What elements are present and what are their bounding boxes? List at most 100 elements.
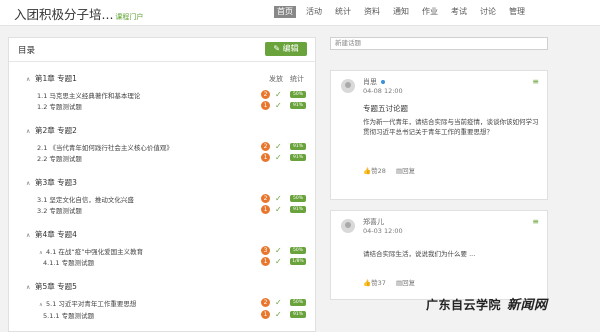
reply-button[interactable]: 回复 — [402, 277, 415, 287]
badge-count: 1 — [261, 153, 270, 162]
section-5-1[interactable]: ∧ 5.1 习近平对青年工作重要思想 — [39, 298, 136, 308]
stat-pill[interactable]: 50% — [290, 299, 306, 306]
badge-count: 1 — [261, 101, 270, 110]
chevron-up-icon[interactable]: ∧ — [26, 232, 35, 239]
post-author[interactable]: 郑喜儿 — [363, 217, 384, 227]
chevron-up-icon[interactable]: ∧ — [26, 128, 35, 135]
course-title: 入团积极分子培... 课程门户 — [14, 4, 143, 23]
check-icon: ✓ — [275, 153, 282, 162]
reply-button[interactable]: 回复 — [402, 165, 415, 175]
stat-pill[interactable]: 50% — [290, 195, 306, 202]
badge-count: 1 — [261, 205, 270, 214]
stat-pill[interactable]: 1/8% — [290, 258, 306, 265]
chevron-up-icon[interactable]: ∧ — [26, 180, 35, 187]
badge-count: 3 — [261, 246, 270, 255]
chapter-5[interactable]: ∧ 第5章 专题5 — [26, 281, 77, 292]
chevron-up-icon[interactable]: ∧ — [26, 284, 35, 291]
badge-count: 2 — [261, 194, 270, 203]
chevron-up-icon[interactable]: ∧ — [39, 250, 46, 256]
nav-materials[interactable]: 资料 — [361, 6, 383, 18]
watermark-left: 广东自云学院 — [426, 298, 502, 312]
chapter-1[interactable]: ∧ 第1章 专题1 — [26, 73, 77, 84]
chevron-up-icon[interactable]: ∧ — [26, 76, 35, 83]
badge-count: 2 — [261, 142, 270, 151]
section-3-2[interactable]: 3.2 专题测试题 — [37, 205, 82, 215]
stat-pill[interactable]: 91% — [290, 206, 306, 213]
nav-home[interactable]: 首页 — [274, 6, 296, 18]
nav-homework[interactable]: 作业 — [419, 6, 441, 18]
watermark: 广东自云学院 新闻网 — [426, 294, 548, 313]
section-1-2[interactable]: 1.2 专题测试题 — [37, 101, 82, 111]
divider — [9, 61, 315, 62]
check-icon: ✓ — [275, 310, 282, 319]
course-portal-link[interactable]: 课程门户 — [115, 13, 143, 21]
section-5-1-1[interactable]: 5.1.1 专题测试题 — [43, 310, 94, 320]
stat-pill[interactable]: 91% — [290, 311, 306, 318]
menu-icon[interactable]: ≡ — [532, 217, 539, 226]
discussion-card: 郑喜儿 04-03 12:00 ≡ 请结合实际生活，说说我们为什么要 ... 👍… — [330, 210, 548, 300]
stat-pill[interactable]: 50% — [290, 91, 306, 98]
edit-button[interactable]: ✎ 编辑 — [265, 42, 307, 56]
post-actions: 👍赞37 ▤回复 — [363, 277, 415, 287]
post-body: 请结合实际生活，说说我们为什么要 ... — [363, 250, 476, 258]
like-icon[interactable]: 👍 — [363, 167, 371, 175]
section-1-1[interactable]: 1.1 马克思主义经典著作和基本理论 — [37, 90, 140, 100]
discussion-card: 肖思 04-08 12:00 ≡ 专题五讨论题 作为新一代青年，请结合实际与当前… — [330, 70, 548, 200]
chevron-up-icon[interactable]: ∧ — [39, 302, 46, 308]
badge-count: 2 — [261, 298, 270, 307]
top-bar: 入团积极分子培... 课程门户 首页 活动 统计 资料 通知 作业 考试 讨论 管… — [0, 0, 600, 26]
pencil-icon: ✎ — [273, 44, 281, 53]
avatar[interactable] — [341, 79, 355, 93]
nav-statistics[interactable]: 统计 — [332, 6, 354, 18]
column-stats: 统计 — [290, 75, 304, 83]
post-title[interactable]: 专题五讨论题 — [363, 103, 408, 114]
column-publish: 发放 — [269, 75, 283, 83]
nav-exams[interactable]: 考试 — [448, 6, 470, 18]
like-icon[interactable]: 👍 — [363, 279, 371, 287]
post-time: 04-08 12:00 — [363, 87, 403, 95]
stat-pill[interactable]: 91% — [290, 154, 306, 161]
check-icon: ✓ — [275, 246, 282, 255]
watermark-right: 新闻网 — [507, 298, 548, 313]
check-icon: ✓ — [275, 298, 282, 307]
chapter-3[interactable]: ∧ 第3章 专题3 — [26, 177, 77, 188]
check-icon: ✓ — [275, 257, 282, 266]
menu-icon[interactable]: ≡ — [532, 77, 539, 86]
edit-label: 编辑 — [282, 44, 299, 53]
post-time: 04-03 12:00 — [363, 227, 403, 235]
post-actions: 👍赞28 ▤回复 — [363, 165, 415, 175]
post-body: 作为新一代青年，请结合实际与当前疫情，谈谈你该如何学习贯彻习近平总书记关于青年工… — [363, 118, 539, 136]
stat-pill[interactable]: 91% — [290, 102, 306, 109]
section-4-1[interactable]: ∧ 4.1 在战“疫”中强化爱国主义教育 — [39, 246, 143, 256]
like-count[interactable]: 赞37 — [371, 277, 386, 287]
catalog-title: 目录 — [18, 46, 36, 56]
check-icon: ✓ — [275, 90, 282, 99]
nav-manage[interactable]: 管理 — [506, 6, 528, 18]
section-2-2[interactable]: 2.2 专题测试题 — [37, 153, 82, 163]
nav-activities[interactable]: 活动 — [303, 6, 325, 18]
stat-pill[interactable]: 91% — [290, 143, 306, 150]
section-4-1-1[interactable]: 4.1.1 专题测试题 — [43, 257, 94, 267]
check-icon: ✓ — [275, 205, 282, 214]
badge-count: 1 — [261, 310, 270, 319]
check-icon: ✓ — [275, 142, 282, 151]
chapter-2[interactable]: ∧ 第2章 专题2 — [26, 125, 77, 136]
main-nav: 首页 活动 统计 资料 通知 作业 考试 讨论 管理 — [274, 6, 535, 18]
badge-count: 1 — [261, 257, 270, 266]
nav-discussion[interactable]: 讨论 — [477, 6, 499, 18]
online-dot-icon — [381, 80, 385, 84]
badge-count: 2 — [261, 90, 270, 99]
new-topic-input[interactable]: 新建话题 — [330, 37, 548, 50]
check-icon: ✓ — [275, 101, 282, 110]
check-icon: ✓ — [275, 194, 282, 203]
course-name: 入团积极分子培... — [14, 7, 114, 22]
avatar[interactable] — [341, 219, 355, 233]
post-author[interactable]: 肖思 — [363, 77, 385, 87]
like-count[interactable]: 赞28 — [371, 165, 386, 175]
catalog-panel: 目录 ✎ 编辑 发放 统计 ∧ 第1章 专题1 1.1 马克思主义经典著作和基本理… — [8, 37, 316, 332]
stat-pill[interactable]: 50% — [290, 247, 306, 254]
section-2-1[interactable]: 2.1 《当代青年如何践行社会主义核心价值观》 — [37, 142, 173, 152]
section-3-1[interactable]: 3.1 坚定文化自信，推动文化兴盛 — [37, 194, 134, 204]
nav-notices[interactable]: 通知 — [390, 6, 412, 18]
chapter-4[interactable]: ∧ 第4章 专题4 — [26, 229, 77, 240]
